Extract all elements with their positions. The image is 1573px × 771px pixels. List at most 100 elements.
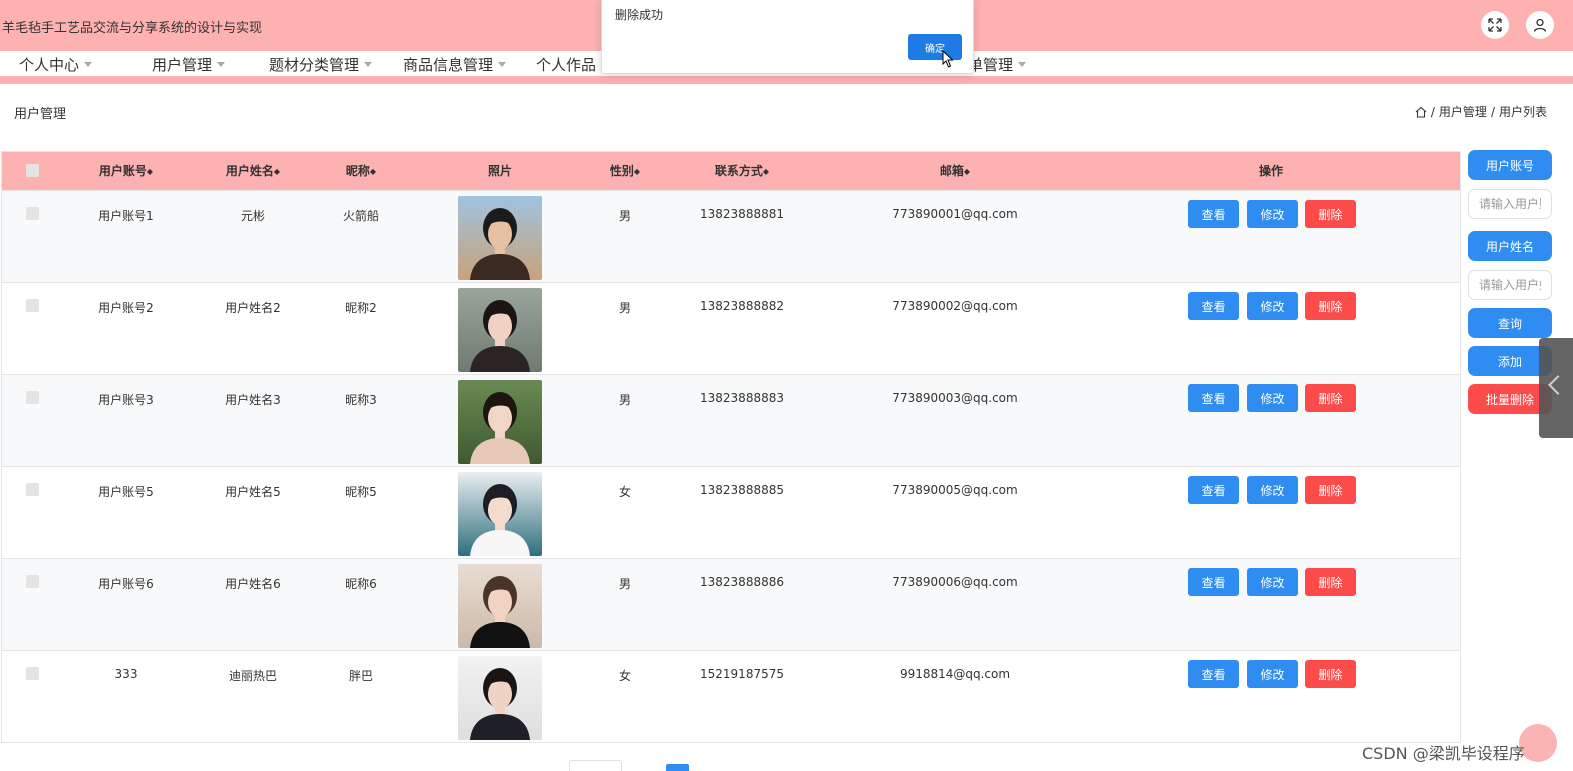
cell-name: 迪丽热巴 [228, 669, 278, 683]
edit-button[interactable]: 修改 [1247, 200, 1298, 228]
delete-button[interactable]: 删除 [1305, 660, 1356, 688]
row-checkbox[interactable] [26, 483, 39, 496]
account-search-label[interactable]: 用户账号 [1468, 150, 1552, 180]
cell-account: 用户账号5 [98, 485, 154, 499]
delete-button[interactable]: 删除 [1305, 568, 1356, 596]
header-label: 操作 [1258, 164, 1284, 178]
cell-nickname: 昵称6 [345, 577, 377, 591]
view-button[interactable]: 查看 [1188, 200, 1239, 228]
row-checkbox[interactable] [26, 667, 39, 680]
nav-item-user-management[interactable]: 用户管理 [152, 54, 226, 75]
dialog-message: 删除成功 [615, 8, 664, 22]
breadcrumb-separator: / [1430, 104, 1435, 119]
edit-button[interactable]: 修改 [1247, 292, 1298, 320]
view-button[interactable]: 查看 [1188, 384, 1239, 412]
cell-name: 用户姓名2 [225, 301, 281, 315]
header-nickname[interactable]: 昵称◆ [346, 152, 376, 190]
success-dialog: 删除成功 确定 [601, 0, 974, 74]
header-gender[interactable]: 性别◆ [610, 152, 640, 190]
row-checkbox[interactable] [26, 391, 39, 404]
page-size-select[interactable] [569, 760, 622, 771]
header-phone[interactable]: 联系方式◆ [715, 152, 769, 190]
photo-portrait [458, 380, 542, 464]
nav-item-label: 用户管理 [152, 56, 213, 74]
caret-down-icon [84, 62, 93, 67]
sort-icon: ◆ [273, 166, 281, 176]
user-photo [458, 472, 542, 556]
query-button[interactable]: 查询 [1468, 308, 1552, 338]
row-checkbox[interactable] [26, 207, 39, 220]
nav-item-product-management[interactable]: 商品信息管理 [403, 54, 507, 75]
view-button[interactable]: 查看 [1188, 568, 1239, 596]
cell-account: 用户账号1 [98, 209, 154, 223]
header-email[interactable]: 邮箱◆ [940, 152, 970, 190]
header-label: 用户账号 [98, 164, 147, 178]
view-button[interactable]: 查看 [1188, 476, 1239, 504]
photo-portrait [458, 564, 542, 648]
sort-icon: ◆ [762, 166, 770, 176]
edit-button[interactable]: 修改 [1247, 476, 1298, 504]
table-body: 用户账号1 元彬 火箭船 男 13823888881 773890001@qq.… [2, 190, 1460, 742]
nav-item-order-management[interactable]: 单管理 [968, 54, 1027, 75]
header-name[interactable]: 用户姓名◆ [226, 152, 280, 190]
breadcrumb-separator: / [1490, 104, 1495, 119]
nav-divider [0, 76, 1573, 84]
nav-item-personal-works[interactable]: 个人作品 [536, 54, 596, 75]
delete-button[interactable]: 删除 [1305, 200, 1356, 228]
app-title: 羊毛毡手工艺品交流与分享系统的设计与实现 [2, 21, 263, 36]
table-row: 用户账号3 用户姓名3 昵称3 男 13823888883 773890003@… [2, 374, 1460, 466]
header-label: 联系方式 [714, 164, 763, 178]
cell-nickname: 昵称3 [345, 393, 377, 407]
cell-name: 元彬 [240, 209, 266, 223]
row-checkbox[interactable] [26, 299, 39, 312]
sort-icon: ◆ [146, 166, 154, 176]
cell-phone: 13823888885 [700, 483, 784, 497]
delete-button[interactable]: 删除 [1305, 384, 1356, 412]
cell-nickname: 胖巴 [348, 669, 374, 683]
table-row: 用户账号2 用户姓名2 昵称2 男 13823888882 773890002@… [2, 282, 1460, 374]
user-photo [458, 380, 542, 464]
view-button[interactable]: 查看 [1188, 660, 1239, 688]
delete-button[interactable]: 删除 [1305, 292, 1356, 320]
cell-nickname: 昵称2 [345, 301, 377, 315]
nav-item-label: 个人中心 [19, 56, 80, 74]
photo-portrait [458, 288, 542, 372]
header-account[interactable]: 用户账号◆ [99, 152, 153, 190]
caret-down-icon [1018, 62, 1027, 67]
photo-portrait [458, 196, 542, 280]
user-photo [458, 196, 542, 280]
nav-item-category-management[interactable]: 题材分类管理 [269, 54, 373, 75]
cell-phone: 15219187575 [700, 667, 784, 681]
header-label: 邮箱 [939, 164, 964, 178]
delete-button[interactable]: 删除 [1305, 476, 1356, 504]
cell-nickname: 昵称5 [345, 485, 377, 499]
nav-item-personal-center[interactable]: 个人中心 [19, 54, 93, 75]
name-search-label[interactable]: 用户姓名 [1468, 231, 1552, 261]
sort-icon: ◆ [369, 166, 377, 176]
edit-button[interactable]: 修改 [1247, 568, 1298, 596]
account-search-input[interactable] [1468, 189, 1552, 219]
fullscreen-icon[interactable] [1481, 11, 1509, 39]
collapse-handle[interactable] [1539, 338, 1573, 438]
view-button[interactable]: 查看 [1188, 292, 1239, 320]
breadcrumb-item[interactable]: 用户管理 [1439, 103, 1487, 120]
table-row: 用户账号1 元彬 火箭船 男 13823888881 773890001@qq.… [2, 190, 1460, 282]
cell-gender: 男 [618, 301, 632, 315]
user-icon[interactable] [1526, 11, 1554, 39]
cell-name: 用户姓名3 [225, 393, 281, 407]
header-label: 昵称 [345, 164, 370, 178]
home-icon[interactable] [1415, 106, 1427, 118]
cell-name: 用户姓名6 [225, 577, 281, 591]
cell-account: 用户账号6 [98, 577, 154, 591]
sort-icon: ◆ [963, 166, 971, 176]
select-all-checkbox[interactable] [26, 164, 39, 177]
cell-gender: 女 [618, 669, 632, 683]
edit-button[interactable]: 修改 [1247, 384, 1298, 412]
name-search-input[interactable] [1468, 270, 1552, 300]
header-label: 照片 [487, 164, 513, 178]
table-row: 用户账号5 用户姓名5 昵称5 女 13823888885 773890005@… [2, 466, 1460, 558]
edit-button[interactable]: 修改 [1247, 660, 1298, 688]
row-checkbox[interactable] [26, 575, 39, 588]
mouse-cursor-icon [942, 50, 954, 68]
pager-current-page[interactable] [666, 764, 689, 771]
